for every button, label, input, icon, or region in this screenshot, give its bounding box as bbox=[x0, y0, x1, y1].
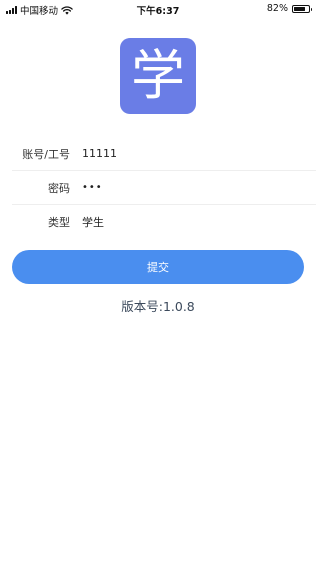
status-bar-right: 82% bbox=[266, 3, 312, 14]
app-logo: 学 bbox=[120, 38, 196, 114]
type-row: 类型 学生 bbox=[12, 205, 316, 238]
account-label: 账号/工号 bbox=[22, 147, 70, 161]
battery-icon bbox=[292, 4, 312, 13]
version-text: 版本号:1.0.8 bbox=[121, 299, 195, 314]
account-row: 账号/工号 11111 bbox=[12, 137, 316, 171]
type-select[interactable]: 学生 bbox=[82, 214, 282, 230]
password-label: 密码 bbox=[48, 181, 70, 195]
login-form: 账号/工号 11111 密码 ••• 类型 学生 bbox=[12, 137, 316, 238]
submit-button[interactable]: 提交 bbox=[12, 250, 304, 284]
status-bar: 中国移动 下午6:37 82% bbox=[0, 0, 316, 18]
account-field[interactable]: 11111 bbox=[82, 147, 282, 160]
app-logo-glyph: 学 bbox=[131, 44, 185, 107]
type-label: 类型 bbox=[48, 215, 70, 229]
password-row: 密码 ••• bbox=[12, 171, 316, 205]
password-field[interactable]: ••• bbox=[82, 182, 282, 193]
battery-percent: 82% bbox=[266, 3, 288, 14]
